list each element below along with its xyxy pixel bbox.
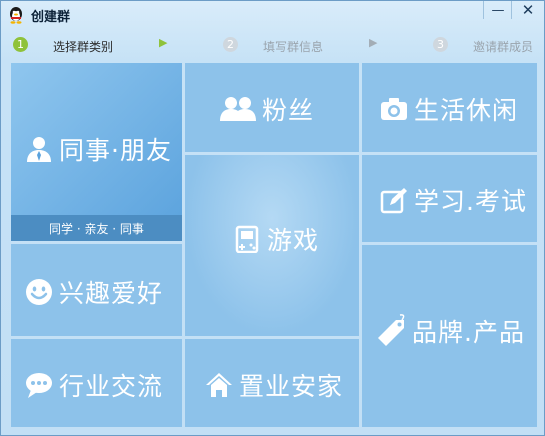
category-label: 学习.考试 bbox=[414, 187, 527, 216]
category-subtitle: 同学 · 亲友 · 同事 bbox=[11, 215, 182, 241]
camera-icon bbox=[380, 95, 408, 123]
step-arrow-icon: ▶ bbox=[369, 36, 378, 49]
category-interest-hobby[interactable]: 兴趣爱好 bbox=[11, 244, 182, 336]
qq-penguin-icon bbox=[8, 6, 24, 24]
gamepad-icon bbox=[233, 225, 261, 254]
category-study-exam[interactable]: 学习.考试 bbox=[362, 155, 537, 242]
close-button[interactable]: ✕ bbox=[511, 1, 544, 19]
step-indicator: 1 选择群类别 ▶ 2 填写群信息 ▶ 3 邀请群成员 bbox=[1, 33, 544, 59]
title-bar: 创建群 — ✕ bbox=[1, 1, 544, 29]
category-label: 置业安家 bbox=[239, 372, 344, 401]
step-1-number: 1 bbox=[13, 37, 28, 52]
edit-icon bbox=[380, 186, 408, 214]
category-life-leisure[interactable]: 生活休闲 bbox=[362, 63, 537, 152]
category-label: 游戏 bbox=[267, 226, 320, 255]
window-title: 创建群 bbox=[31, 10, 71, 25]
step-2-number: 2 bbox=[223, 37, 238, 52]
house-icon bbox=[205, 371, 233, 399]
step-2-label: 填写群信息 bbox=[263, 40, 324, 54]
category-game[interactable]: 游戏 bbox=[185, 155, 359, 336]
category-label: 品牌.产品 bbox=[412, 318, 525, 347]
step-1-label: 选择群类别 bbox=[53, 40, 114, 54]
category-label: 粉丝 bbox=[262, 96, 315, 125]
category-label: 兴趣爱好 bbox=[59, 279, 164, 308]
category-fans[interactable]: 粉丝 bbox=[185, 63, 359, 152]
category-label: 行业交流 bbox=[59, 372, 164, 401]
people-icon bbox=[220, 95, 256, 123]
step-arrow-icon: ▶ bbox=[159, 36, 168, 49]
create-group-window: 创建群 — ✕ 1 选择群类别 ▶ 2 填写群信息 ▶ 3 邀请群成员 同事·朋… bbox=[0, 0, 545, 436]
smile-icon bbox=[25, 278, 53, 306]
category-real-estate[interactable]: 置业安家 bbox=[185, 339, 359, 427]
chat-icon bbox=[25, 371, 53, 399]
category-industry-exchange[interactable]: 行业交流 bbox=[11, 339, 182, 427]
category-label: 生活休闲 bbox=[414, 96, 519, 125]
tag-icon bbox=[376, 314, 406, 348]
person-icon bbox=[25, 135, 53, 163]
category-brand-product[interactable]: 品牌.产品 bbox=[362, 245, 537, 427]
step-3-label: 邀请群成员 bbox=[473, 40, 534, 54]
category-colleague-friend[interactable]: 同事·朋友 同学 · 亲友 · 同事 bbox=[11, 63, 182, 241]
category-label: 同事·朋友 bbox=[59, 136, 172, 165]
minimize-button[interactable]: — bbox=[483, 1, 512, 19]
step-3-number: 3 bbox=[433, 37, 448, 52]
